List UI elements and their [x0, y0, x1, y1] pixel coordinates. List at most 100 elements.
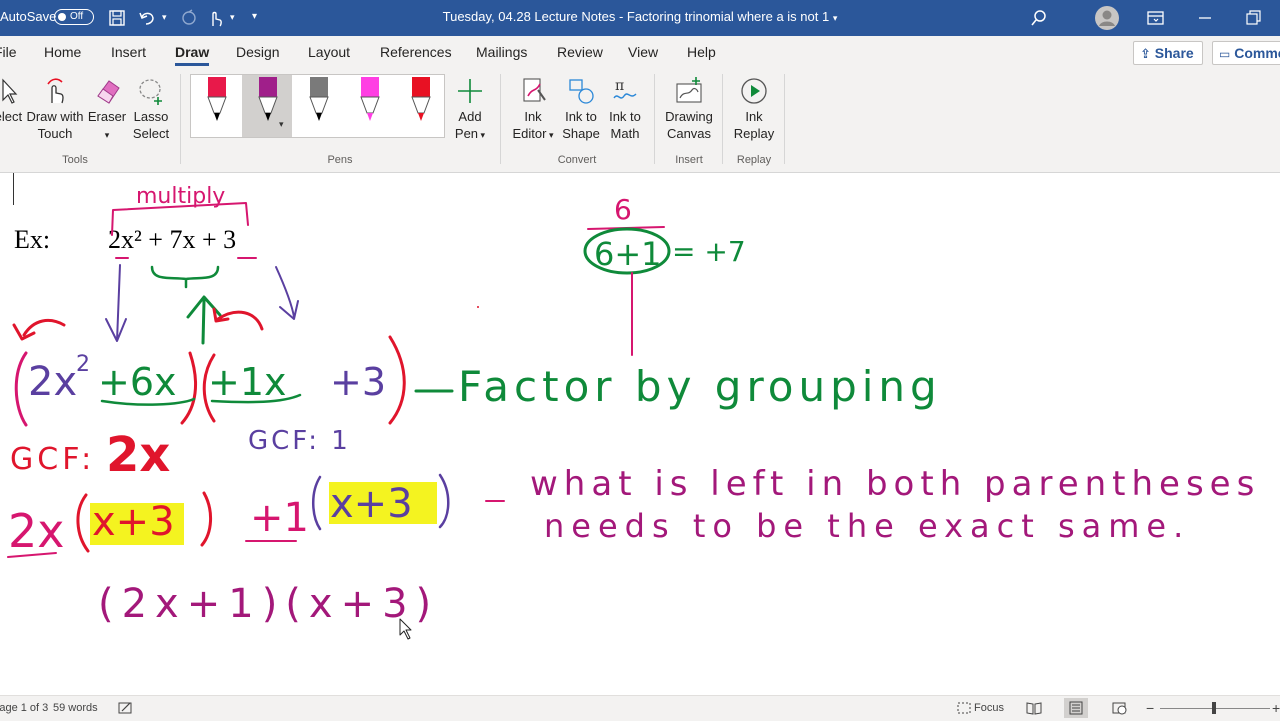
hw-what-is-left: what is left in both parentheses [530, 464, 1260, 504]
hw-exponent-2: 2 [76, 352, 90, 377]
ink-to-shape-button[interactable]: Ink to Shape [558, 76, 604, 142]
lasso-icon [139, 79, 162, 105]
tab-mailings[interactable]: Mailings [476, 36, 527, 68]
ink-to-math-icon: π [613, 78, 637, 99]
select-button[interactable]: Select [0, 76, 22, 125]
tab-home[interactable]: Home [44, 36, 81, 68]
pen-1[interactable] [207, 77, 227, 121]
hw-gcf-left: GCF: [10, 442, 95, 477]
pens-svg [207, 77, 431, 121]
tab-references[interactable]: References [380, 36, 452, 68]
status-bar: Page 1 of 3 59 words Focus − + [0, 695, 1280, 721]
hw-plus-3: +3 [330, 360, 386, 404]
ink-editor-button[interactable]: Ink Editor ▾ [508, 76, 558, 144]
eraser-icon [97, 80, 120, 104]
pen-dropdown-icon[interactable]: ▾ [279, 119, 284, 130]
ink-replay-label-2: Replay [733, 126, 775, 141]
hw-equals-seven: = +7 [672, 235, 746, 268]
proofing-icon[interactable] [118, 701, 134, 715]
arrow-down-right [275, 266, 299, 320]
drawing-canvas-label-1: Drawing [665, 109, 713, 124]
zoom-slider[interactable] [1160, 702, 1270, 714]
add-pen-label-2: Pen [454, 126, 479, 141]
curved-arrow-right [212, 307, 264, 331]
zoom-slider-thumb[interactable] [1212, 702, 1216, 714]
focus-icon [957, 702, 971, 714]
read-mode-icon[interactable] [1026, 701, 1042, 715]
search-icon[interactable] [1030, 9, 1048, 27]
drawing-canvas-icon [676, 77, 702, 103]
drawing-canvas-label-2: Canvas [666, 126, 712, 141]
comment-icon: ▭ [1219, 47, 1231, 61]
web-layout-icon[interactable] [1112, 701, 1128, 715]
zoom-out-icon[interactable]: − [1146, 696, 1154, 720]
avatar[interactable] [1094, 5, 1120, 31]
hw-2x-factor: 2x [8, 504, 65, 558]
lasso-label-1: Lasso [133, 109, 169, 124]
ink-replay-icon [741, 78, 767, 104]
ink-replay-button[interactable]: Ink Replay [730, 76, 778, 142]
tab-insert[interactable]: Insert [111, 36, 146, 68]
draw-with-touch-button[interactable]: Draw with Touch [22, 76, 88, 142]
tab-view[interactable]: View [628, 36, 658, 68]
hw-needs-to-be: needs to be the exact same. [544, 507, 1190, 545]
title-wrap: Tuesday, 04.28 Lecture Notes - Factoring… [0, 0, 1280, 35]
hw-multiply: multiply [136, 184, 225, 209]
ink-editor-icon [523, 78, 546, 102]
share-button[interactable]: ⇪ Share [1133, 41, 1203, 65]
ribbon: Select Draw with Touch Eraser ▾ Lasso Se… [0, 68, 1280, 173]
focus-button[interactable]: Focus [974, 696, 1004, 720]
tab-design[interactable]: Design [236, 36, 280, 68]
add-pen-button[interactable]: Add Pen ▾ [450, 76, 490, 144]
hw-plus-6x: +6x [98, 360, 177, 404]
plus-icon [458, 79, 482, 103]
comments-button[interactable]: ▭ Comments [1212, 41, 1280, 65]
document-title[interactable]: Tuesday, 04.28 Lecture Notes - Factoring… [443, 9, 830, 24]
ribbon-display-icon[interactable] [1146, 9, 1166, 27]
hw-factor-by-grouping: Factor by grouping [458, 362, 942, 411]
select-label: Select [0, 109, 23, 124]
hw-plus-1: +1 [250, 495, 309, 541]
title-dropdown-icon[interactable]: ▾ [833, 13, 838, 23]
hw-six-top: 6 [614, 193, 632, 226]
ink-to-shape-icon [569, 79, 594, 104]
tab-help[interactable]: Help [687, 36, 716, 68]
pen-4[interactable] [360, 77, 380, 121]
ribbon-tabs: File Home Insert Draw Design Layout Refe… [0, 36, 1280, 68]
ink-to-math-button[interactable]: π Ink to Math [604, 76, 646, 142]
title-bar: AutoSave Off ▾ ▾ ▾ Tuesday, 04.28 Lectur… [0, 0, 1280, 36]
curved-arrow-left [12, 318, 66, 341]
share-icon: ⇪ [1140, 46, 1151, 61]
ink-to-shape-label-2: Shape [562, 126, 600, 141]
ink-editor-label-2: Editor [512, 126, 547, 141]
tab-file[interactable]: File [0, 36, 17, 68]
minimize-icon[interactable] [1196, 9, 1214, 27]
ink-editor-label-1: Ink [524, 109, 542, 124]
separator [784, 74, 785, 164]
page-count[interactable]: Page 1 of 3 [0, 696, 48, 720]
restore-icon[interactable] [1244, 9, 1262, 27]
hw-gcf-left-value: 2x [106, 427, 170, 483]
word-count[interactable]: 59 words [53, 696, 98, 720]
document-page[interactable]: Ex: 2x² + 7x + 3 multiply 6 6+1 = +7 2x … [0, 173, 1280, 680]
pen-3[interactable] [309, 77, 329, 121]
print-layout-button[interactable] [1064, 698, 1088, 718]
lasso-label-2: Select [132, 126, 170, 141]
pen-2[interactable] [258, 77, 278, 121]
share-label: Share [1154, 45, 1194, 61]
tab-draw[interactable]: Draw [175, 36, 210, 68]
hw-six-plus-one: 6+1 [594, 235, 662, 273]
ink-layer: multiply 6 6+1 = +7 2x 2 +6x +1x +3 Fact… [7, 184, 1260, 640]
drawing-canvas-button[interactable]: Drawing Canvas [660, 76, 718, 142]
pen-5[interactable] [411, 77, 431, 121]
replay-group-label: Replay [736, 154, 772, 166]
separator [180, 74, 181, 164]
lasso-select-button[interactable]: Lasso Select [130, 76, 172, 142]
middle-term-brace [150, 265, 220, 289]
tab-layout[interactable]: Layout [308, 36, 350, 68]
eraser-button[interactable]: Eraser ▾ [86, 76, 128, 144]
zoom-in-icon[interactable]: + [1272, 696, 1280, 720]
tab-review[interactable]: Review [557, 36, 603, 68]
convert-group-label: Convert [557, 154, 597, 166]
pens-group-label: Pens [327, 154, 353, 166]
